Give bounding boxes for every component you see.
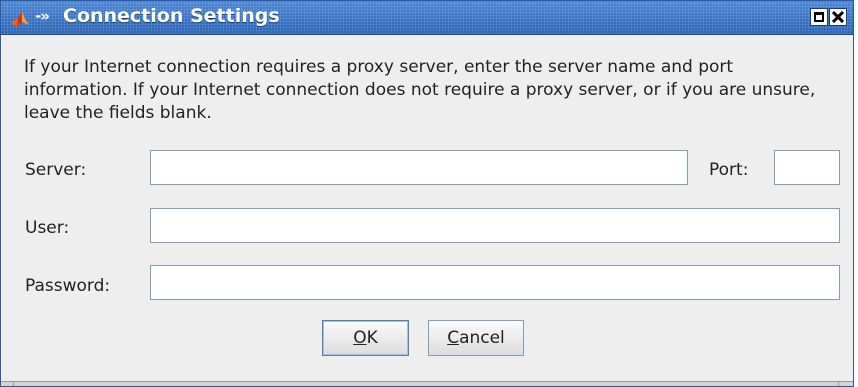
password-input[interactable] [150, 265, 840, 300]
window-bottom-edge [1, 381, 853, 386]
ok-button[interactable]: OK [322, 320, 409, 356]
window-menu-glyph: -» [35, 7, 50, 25]
edge-divider [13, 382, 14, 386]
port-label: Port: [709, 160, 749, 180]
close-icon[interactable] [829, 8, 847, 26]
matlab-app-icon [11, 11, 29, 27]
user-label: User: [25, 218, 70, 238]
edge-divider [838, 382, 839, 386]
cancel-button[interactable]: Cancel [428, 320, 524, 356]
ok-mnemonic: O [353, 328, 367, 348]
info-message: If your Internet connection requires a p… [24, 57, 816, 123]
connection-settings-dialog: -» Connection Settings If your Internet … [0, 0, 854, 387]
cancel-mnemonic: C [447, 328, 460, 348]
window-title: Connection Settings [63, 5, 280, 27]
title-bar[interactable]: -» Connection Settings [1, 1, 853, 35]
ok-label-rest: K [366, 328, 378, 348]
user-input[interactable] [150, 208, 840, 243]
dialog-content: If your Internet connection requires a p… [1, 36, 853, 386]
server-input[interactable] [150, 150, 688, 185]
server-label: Server: [25, 160, 87, 180]
cancel-label-rest: ancel [459, 328, 505, 348]
port-input[interactable] [774, 150, 840, 185]
password-label: Password: [25, 276, 111, 296]
maximize-icon[interactable] [810, 8, 828, 26]
